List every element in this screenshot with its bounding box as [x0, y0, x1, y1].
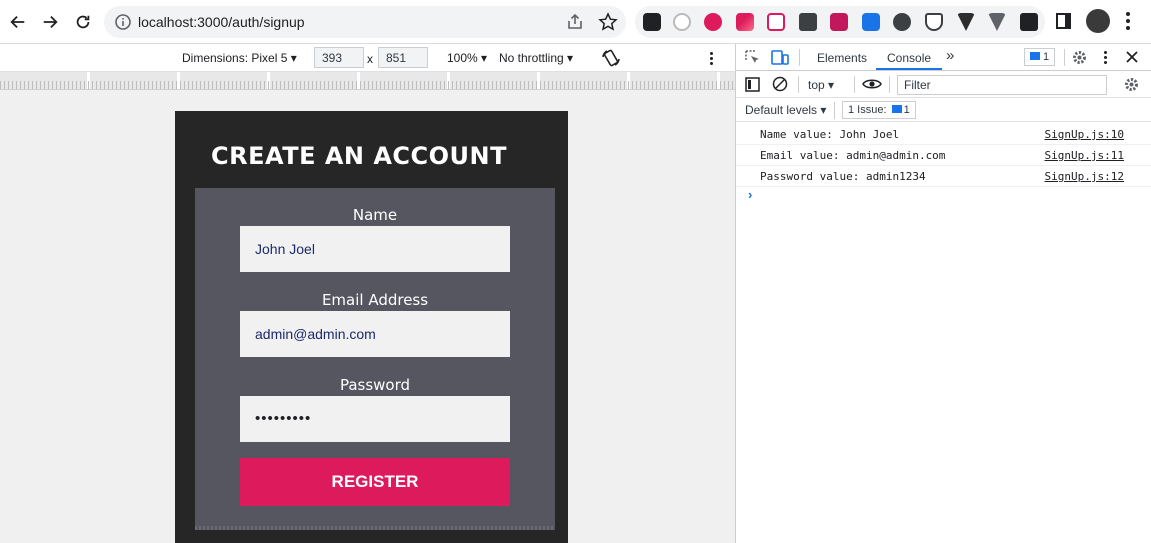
bookmark-star-icon[interactable] [598, 12, 618, 32]
filter-input[interactable]: Filter [897, 75, 1107, 95]
signup-form: Name John Joel Email Address admin@admin… [195, 188, 555, 530]
register-button[interactable]: REGISTER [240, 458, 510, 506]
devtools-panel: Elements Console » 1 top ▾ Filter Defaul… [735, 44, 1151, 543]
kebab-menu-icon[interactable] [1126, 12, 1130, 32]
shield-extension-icon[interactable] [925, 13, 943, 31]
blue-camera-extension-icon[interactable] [862, 13, 880, 31]
issues-badge-label: 1 Issue: [848, 104, 887, 116]
vue-extension-icon[interactable] [957, 13, 975, 31]
message-icon [1030, 52, 1040, 60]
side-panel-icon[interactable] [1056, 13, 1071, 29]
issues-count: 1 [1043, 51, 1050, 63]
console-log-row: Email value: admin@admin.com SignUp.js:1… [736, 145, 1151, 166]
throttling-select[interactable]: No throttling ▾ [499, 51, 573, 65]
log-message: Name value: John Joel [760, 128, 900, 141]
console-settings-gear-icon[interactable] [1123, 76, 1140, 93]
log-message: Password value: admin1234 [760, 170, 926, 183]
issues-badge[interactable]: 1 Issue: 1 [842, 101, 916, 119]
profile-avatar[interactable] [1086, 9, 1110, 33]
url-text[interactable]: localhost:3000/auth/signup [138, 14, 305, 30]
name-label: Name [352, 206, 398, 224]
log-source-link[interactable]: SignUp.js:11 [1045, 149, 1124, 162]
issues-badge-count: 1 [903, 104, 910, 116]
dimensions-select[interactable]: Dimensions: Pixel 5 ▾ [182, 51, 297, 65]
issue-message-icon [891, 105, 902, 113]
back-button[interactable] [5, 9, 31, 35]
device-toggle-icon[interactable] [771, 49, 789, 66]
reload-icon [76, 15, 90, 29]
info-icon[interactable] [114, 13, 132, 31]
red-extension-icon[interactable] [830, 13, 848, 31]
eyedropper-extension-icon[interactable] [643, 13, 661, 31]
clear-console-icon[interactable] [772, 76, 788, 92]
console-log-row: Name value: John Joel SignUp.js:10 [736, 124, 1151, 145]
emulated-viewport: CREATE AN ACCOUNT Name John Joel Email A… [0, 90, 735, 543]
bug-extension-icon[interactable] [893, 13, 911, 31]
log-source-link[interactable]: SignUp.js:10 [1045, 128, 1124, 141]
address-bar[interactable]: localhost:3000/auth/signup [104, 6, 626, 38]
height-input[interactable]: 851 [378, 47, 428, 68]
width-input[interactable]: 393 [314, 47, 364, 68]
window-extension-icon[interactable] [767, 13, 785, 31]
close-icon[interactable] [1126, 51, 1138, 63]
gear-icon[interactable] [1071, 49, 1088, 66]
forward-button[interactable] [37, 9, 63, 35]
console-log-row: Password value: admin1234 SignUp.js:12 [736, 166, 1151, 187]
throttling-label: No throttling [499, 51, 564, 65]
rotate-icon[interactable] [601, 48, 621, 68]
media-query-ruler[interactable] [0, 72, 735, 90]
email-label: Email Address [321, 291, 429, 309]
times-separator: x [367, 52, 373, 66]
sidebar-toggle-icon[interactable] [745, 77, 760, 92]
pink-extension-icon[interactable] [704, 13, 722, 31]
device-more-icon[interactable] [710, 52, 713, 65]
puzzle-extensions-icon[interactable] [1020, 13, 1038, 31]
arrow-left-icon [10, 15, 25, 29]
devtools-tabbar: Elements Console » 1 [736, 44, 1151, 71]
timer-extension-icon[interactable] [673, 13, 691, 31]
issues-counter[interactable]: 1 [1024, 48, 1056, 66]
device-toolbar: Dimensions: Pixel 5 ▾ 393 x 851 100% ▾ N… [0, 44, 735, 72]
context-select[interactable]: top ▾ [808, 78, 834, 92]
extensions-bar [635, 6, 1045, 38]
log-message: Email value: admin@admin.com [760, 149, 946, 162]
context-label: top [808, 78, 825, 92]
reload-button[interactable] [70, 9, 96, 35]
console-levels-bar: Default levels ▾ 1 Issue: 1 [736, 98, 1151, 122]
password-label: Password [339, 376, 411, 394]
zoom-select[interactable]: 100% ▾ [447, 51, 487, 65]
email-field[interactable]: admin@admin.com [240, 311, 510, 357]
pen-extension-icon[interactable] [736, 13, 754, 31]
console-prompt[interactable]: › [748, 187, 752, 202]
arrow-right-icon [43, 15, 58, 29]
tab-elements[interactable]: Elements [817, 51, 867, 65]
devtools-more-icon[interactable] [1104, 51, 1107, 64]
page-title: CREATE AN ACCOUNT [211, 142, 507, 170]
levels-select[interactable]: Default levels ▾ [745, 103, 826, 117]
share-icon[interactable] [566, 13, 584, 31]
password-field[interactable]: ••••••••• [240, 396, 510, 442]
more-tabs-button[interactable]: » [946, 47, 954, 64]
tab-console[interactable]: Console [887, 51, 931, 65]
log-source-link[interactable]: SignUp.js:12 [1045, 170, 1124, 183]
console-toolbar: top ▾ Filter [736, 71, 1151, 98]
signup-page: CREATE AN ACCOUNT Name John Joel Email A… [175, 111, 568, 543]
camera-extension-icon[interactable] [799, 13, 817, 31]
vue-outline-extension-icon[interactable] [988, 13, 1006, 31]
inspect-element-icon[interactable] [744, 49, 761, 66]
dimensions-label: Dimensions: Pixel 5 [182, 51, 288, 65]
levels-label: Default levels [745, 103, 818, 117]
eye-icon[interactable] [862, 77, 882, 91]
browser-toolbar: localhost:3000/auth/signup [0, 0, 1151, 44]
zoom-label: 100% [447, 51, 478, 65]
name-field[interactable]: John Joel [240, 226, 510, 272]
